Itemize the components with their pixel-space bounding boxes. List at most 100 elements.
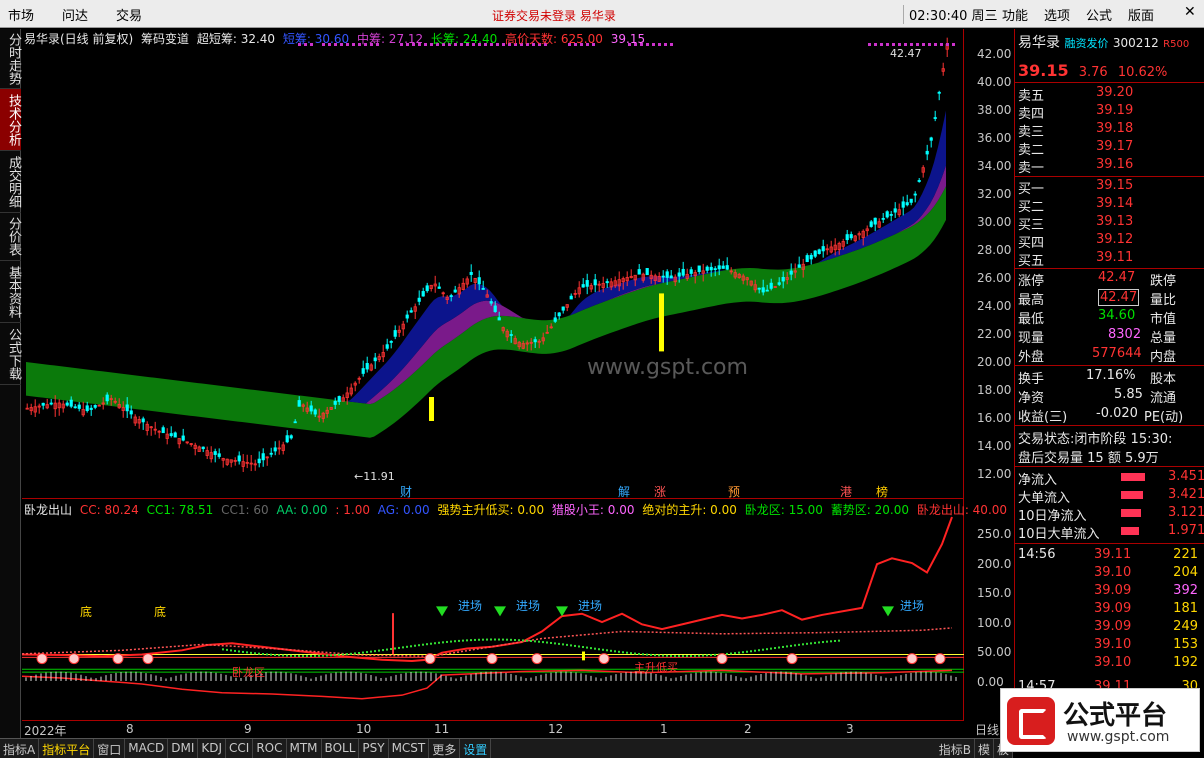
- legend-days: 高价天数: 625.00: [505, 32, 603, 46]
- indicator-tick: 250.0: [977, 527, 1012, 541]
- tab-price-table[interactable]: 分价表: [0, 213, 21, 261]
- tick-time: 14:56: [1018, 547, 1056, 562]
- tab-formula-download[interactable]: 公式下载: [0, 323, 21, 385]
- event-jie[interactable]: 解: [618, 483, 630, 500]
- menu-layout[interactable]: 版面: [1128, 5, 1154, 24]
- tab-dmi[interactable]: DMI: [168, 739, 199, 758]
- candle-body: [425, 285, 429, 292]
- indicator-dot: [394, 647, 396, 650]
- candle-body: [713, 268, 717, 271]
- signal-bar: [582, 651, 585, 661]
- marker-dot: [670, 43, 673, 46]
- candle-body: [169, 433, 173, 436]
- indicator-dot: [402, 646, 404, 649]
- tab-kdj[interactable]: KDJ: [198, 739, 227, 758]
- signal-circle: [486, 653, 498, 665]
- tab-indicator-b[interactable]: 指标B: [936, 739, 975, 758]
- indicator-dot: [694, 654, 696, 657]
- menu-formula[interactable]: 公式: [1086, 5, 1112, 24]
- indicator-dot: [306, 655, 308, 658]
- menu-wenda[interactable]: 问达: [62, 5, 88, 24]
- indicator-dot: [234, 649, 236, 652]
- signal-di-1: 底: [80, 605, 93, 619]
- orderbook-buy-3[interactable]: 买三 39.13: [1018, 214, 1133, 233]
- tab-mo[interactable]: 模: [975, 739, 994, 758]
- signal-bar: [659, 293, 664, 352]
- indicator-chart[interactable]: 卧龙出山 CC: 80.24 CC1: 78.51 CC1: 60 AA: 0.…: [21, 499, 1007, 721]
- indicator-dot: [342, 653, 344, 656]
- orderbook-sell-2[interactable]: 卖二 39.17: [1018, 139, 1133, 158]
- row-after-hours: 盘后交易量 15 额 5.9万: [1018, 451, 1159, 466]
- candle-body: [337, 396, 341, 402]
- zone-abs: 主升低买: [634, 661, 678, 674]
- kline-svg: [25, 37, 955, 472]
- menu-market[interactable]: 市场: [8, 5, 34, 24]
- legend-mid: 中筹: 27.12: [356, 32, 424, 46]
- tab-indicator-platform[interactable]: 指标平台: [39, 739, 95, 758]
- orderbook-buy-2[interactable]: 买二 39.14: [1018, 196, 1133, 215]
- tab-more[interactable]: 更多: [429, 739, 461, 758]
- legend-cc1b: CC1: 60: [221, 503, 269, 517]
- orderbook-buy-5[interactable]: 买五 39.11: [1018, 250, 1133, 269]
- candle-body: [909, 198, 913, 203]
- indicator-dot: [442, 641, 444, 644]
- event-zhang[interactable]: 涨: [654, 483, 666, 500]
- indicator-dot: [486, 638, 488, 641]
- orderbook-buy-4[interactable]: 买四 39.12: [1018, 232, 1133, 251]
- tab-mcst[interactable]: MCST: [389, 739, 430, 758]
- kline-chart[interactable]: 易华录(日线 前复权) 筹码变道 超短筹: 32.40 短筹: 30.60 中筹…: [22, 29, 964, 499]
- candle-body: [721, 265, 725, 269]
- indicator-dot: [686, 655, 688, 658]
- tab-macd[interactable]: MACD: [125, 739, 169, 758]
- event-gang[interactable]: 港: [840, 483, 852, 500]
- orderbook-sell-4[interactable]: 卖四 39.19: [1018, 103, 1133, 122]
- indicator-dot: [330, 654, 332, 657]
- orderbook-buy-1[interactable]: 买一 39.15: [1018, 178, 1133, 197]
- orderbook-sell-1[interactable]: 卖一 39.16: [1018, 157, 1133, 176]
- row-turnover: 换手 17.16% 股本: [1018, 368, 1177, 387]
- indicator-dot: [482, 638, 484, 641]
- orderbook-sell-5[interactable]: 卖五 39.20: [1018, 85, 1133, 104]
- period-label[interactable]: 日线: [975, 721, 999, 738]
- close-icon[interactable]: ✕: [1184, 4, 1196, 20]
- indicator-dot: [670, 654, 672, 657]
- event-yu[interactable]: 预: [728, 483, 740, 500]
- indicator-dot: [574, 644, 576, 647]
- indicator-dot: [374, 650, 376, 653]
- menu-function[interactable]: 功能: [1002, 5, 1028, 24]
- event-cai[interactable]: 财: [400, 483, 412, 500]
- signal-bar: [392, 613, 394, 655]
- indicator-dot: [586, 646, 588, 649]
- indicator-dot: [622, 651, 624, 654]
- candle-body: [437, 286, 441, 289]
- tab-boll[interactable]: BOLL: [322, 739, 360, 758]
- orderbook-sell-3[interactable]: 卖三 39.18: [1018, 121, 1133, 140]
- tab-roc[interactable]: ROC: [253, 739, 287, 758]
- candle-body: [925, 150, 929, 155]
- orderbook-price: 39.13: [1096, 214, 1134, 229]
- tab-intraday[interactable]: 分时走势: [0, 29, 21, 89]
- orderbook-price: 39.18: [1096, 121, 1134, 136]
- menu-options[interactable]: 选项: [1044, 5, 1070, 24]
- tab-technical[interactable]: 技术分析: [0, 89, 21, 151]
- tab-indicator-a[interactable]: 指标A: [0, 739, 40, 758]
- tab-window[interactable]: 窗口: [94, 739, 126, 758]
- price-tick: 38.00: [977, 103, 1012, 117]
- tab-psy[interactable]: PSY: [359, 739, 389, 758]
- tab-settings[interactable]: 设置: [460, 739, 492, 758]
- menu-trade[interactable]: 交易: [116, 5, 142, 24]
- tab-trade-detail[interactable]: 成交明细: [0, 151, 21, 213]
- candle-body: [593, 279, 597, 286]
- indicator-dot: [810, 642, 812, 645]
- candle-body: [797, 264, 801, 268]
- quote-panel: 易华录 融资发价 300212 R500 39.15 3.76 10.62% 卖…: [1014, 29, 1204, 738]
- event-bang[interactable]: 榜: [876, 483, 888, 500]
- orderbook-label: 卖四: [1018, 107, 1045, 122]
- candle-body: [813, 250, 817, 257]
- tab-fundamentals[interactable]: 基本资料: [0, 261, 21, 323]
- candle-body: [41, 402, 45, 406]
- candle-body: [141, 418, 145, 423]
- tab-mtm[interactable]: MTM: [287, 739, 322, 758]
- indicator-dot: [710, 654, 712, 657]
- tab-cci[interactable]: CCI: [226, 739, 254, 758]
